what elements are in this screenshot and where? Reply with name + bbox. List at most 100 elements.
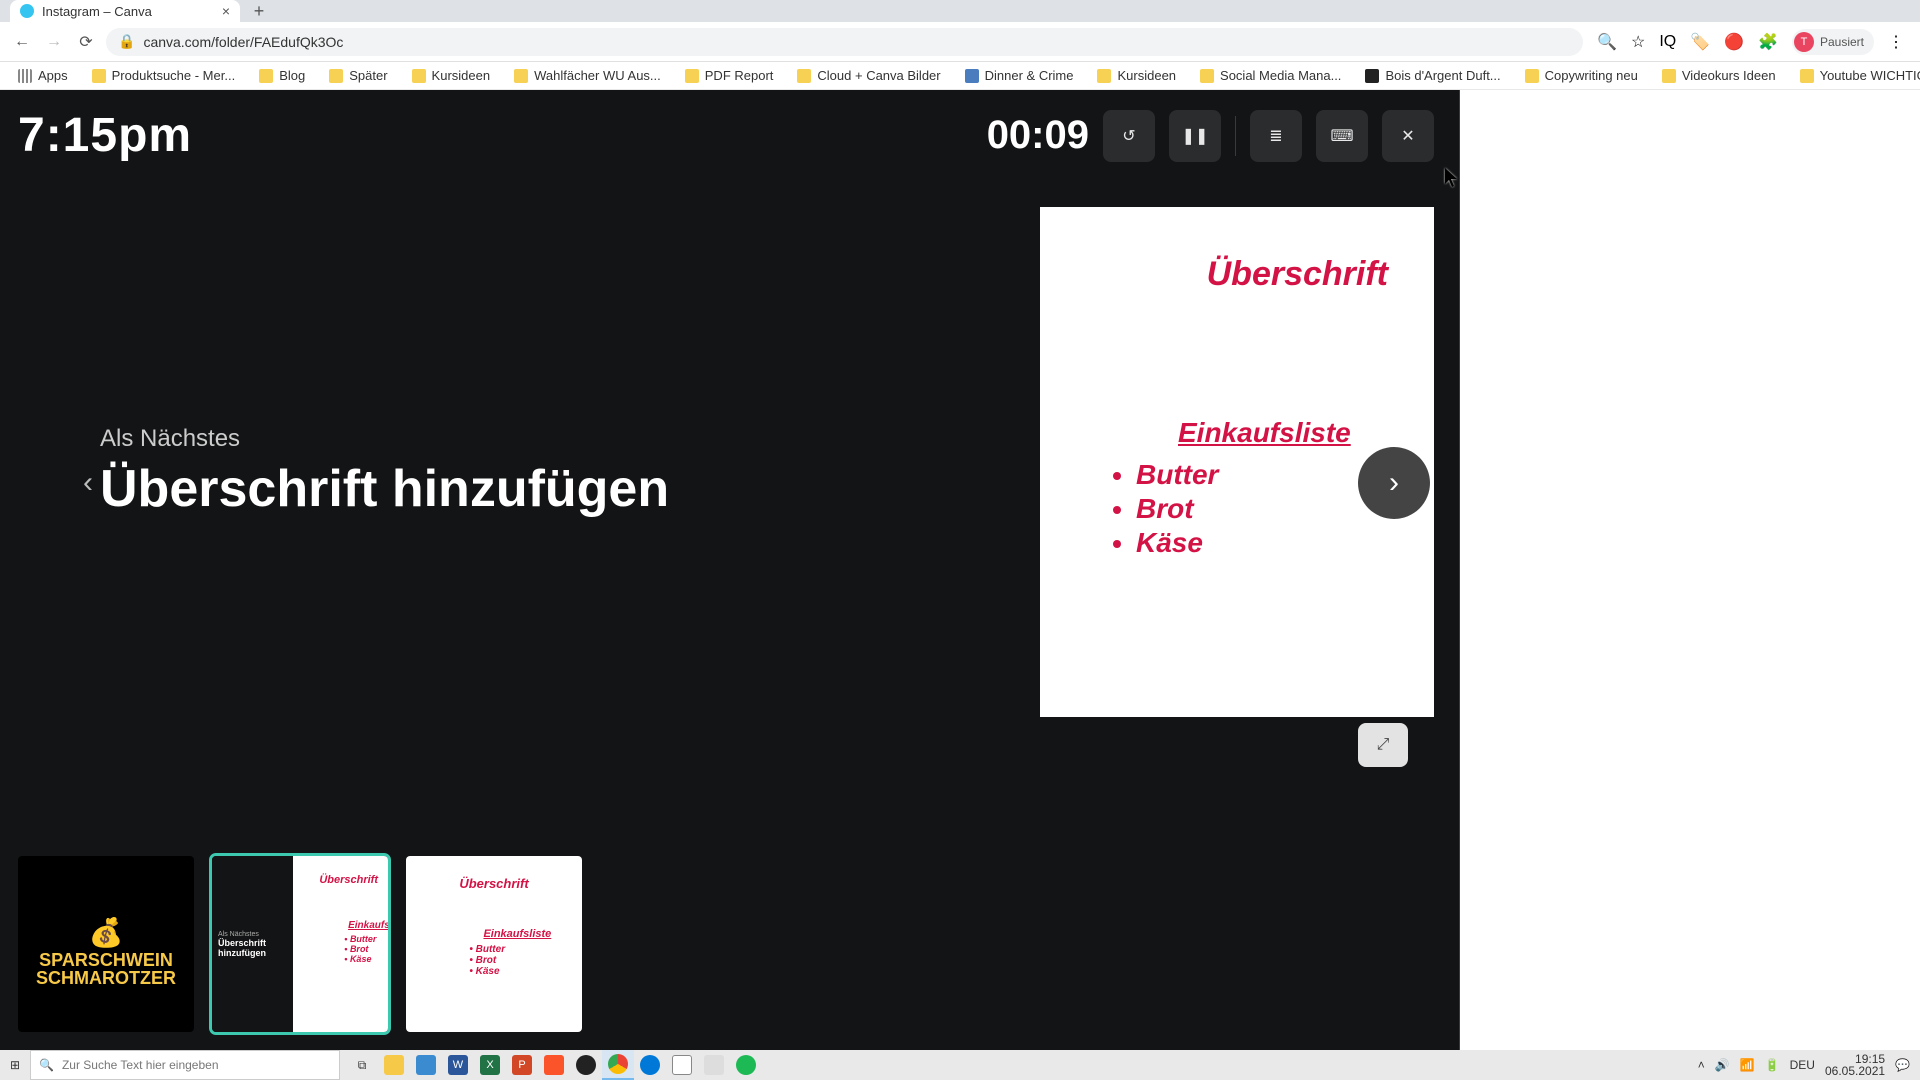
- powerpoint-app[interactable]: P: [506, 1050, 538, 1080]
- zoom-icon[interactable]: 🔍: [1597, 32, 1617, 52]
- search-icon: 🔍: [39, 1058, 54, 1072]
- nav-back-button[interactable]: ←: [10, 30, 34, 54]
- bookmark-item[interactable]: Youtube WICHTIG: [1792, 65, 1920, 87]
- chrome-app[interactable]: [602, 1050, 634, 1080]
- pause-timer-button[interactable]: ❚❚: [1169, 110, 1221, 162]
- address-bar[interactable]: 🔒 canva.com/folder/FAEdufQk3Oc: [106, 28, 1583, 56]
- bookmark-label: Blog: [279, 68, 305, 83]
- folder-icon: [329, 69, 343, 83]
- thumbnail-2[interactable]: Als Nächstes Überschrift hinzufügen Über…: [212, 856, 388, 1032]
- extensions-menu-icon[interactable]: 🧩: [1758, 32, 1778, 52]
- spotify-icon: [736, 1055, 756, 1075]
- extension-icon-1[interactable]: 🏷️: [1690, 32, 1710, 52]
- obs-app[interactable]: [570, 1050, 602, 1080]
- bookmark-star-icon[interactable]: ☆: [1631, 32, 1645, 52]
- nav-forward-button[interactable]: →: [42, 30, 66, 54]
- mini-list-title: Einkaufsliste: [348, 920, 388, 931]
- page-background: [1460, 90, 1920, 1050]
- close-icon: ✕: [1401, 126, 1414, 146]
- next-slide-button[interactable]: ›: [1358, 447, 1430, 519]
- chevron-left-icon: ‹: [83, 466, 93, 500]
- bookmark-item[interactable]: Bois d'Argent Duft...: [1357, 65, 1508, 87]
- edge-icon: [640, 1055, 660, 1075]
- start-button[interactable]: ⊞: [0, 1050, 30, 1080]
- folder-icon: [514, 69, 528, 83]
- bookmark-label: Wahlfächer WU Aus...: [534, 68, 661, 83]
- folder-icon: [412, 69, 426, 83]
- notepad-icon: [672, 1055, 692, 1075]
- tab-close-icon[interactable]: ×: [222, 3, 230, 19]
- reset-timer-button[interactable]: ↺: [1103, 110, 1155, 162]
- tray-overflow-icon[interactable]: ˄: [1698, 1058, 1705, 1072]
- wifi-icon[interactable]: 📶: [1740, 1058, 1755, 1072]
- slide-list-item: Käse: [1136, 527, 1218, 559]
- windows-taskbar: ⊞ 🔍 Zur Suche Text hier eingeben ⧉ W X P…: [0, 1050, 1920, 1080]
- up-next-label: Als Nächstes: [100, 425, 240, 453]
- browser-tab-active[interactable]: Instagram – Canva ×: [10, 0, 240, 22]
- bookmark-item[interactable]: Blog: [251, 65, 313, 87]
- bookmark-item[interactable]: Videokurs Ideen: [1654, 65, 1784, 87]
- bookmark-item[interactable]: Social Media Mana...: [1192, 65, 1349, 87]
- bookmark-label: Produktsuche - Mer...: [112, 68, 236, 83]
- word-app[interactable]: W: [442, 1050, 474, 1080]
- taskview-icon: ⧉: [358, 1058, 367, 1073]
- taskbar-search[interactable]: 🔍 Zur Suche Text hier eingeben: [30, 1050, 340, 1080]
- canva-favicon: [20, 4, 34, 18]
- notepad-app[interactable]: [666, 1050, 698, 1080]
- thumbnail-1[interactable]: 💰 SPARSCHWEIN SCHMAROTZER: [18, 856, 194, 1032]
- bookmark-item[interactable]: Kursideen: [404, 65, 499, 87]
- url-text: canva.com/folder/FAEdufQk3Oc: [143, 34, 343, 50]
- folder-icon: [1200, 69, 1214, 83]
- bookmark-item[interactable]: PDF Report: [677, 65, 782, 87]
- thumbnail-3[interactable]: Überschrift Einkaufsliste Butter Brot Kä…: [406, 856, 582, 1032]
- apps-shortcut[interactable]: Apps: [10, 65, 76, 87]
- slide-list-item: Brot: [1136, 493, 1218, 525]
- keyboard-shortcuts-button[interactable]: ⌨: [1316, 110, 1368, 162]
- clock-date[interactable]: 19:15 06.05.2021: [1825, 1053, 1885, 1077]
- edge-app[interactable]: [634, 1050, 666, 1080]
- excel-icon: X: [480, 1055, 500, 1075]
- folder-icon: [1097, 69, 1111, 83]
- close-presenter-button[interactable]: ✕: [1382, 110, 1434, 162]
- bookmark-label: Social Media Mana...: [1220, 68, 1341, 83]
- bookmark-item[interactable]: Kursideen: [1089, 65, 1184, 87]
- nav-reload-button[interactable]: ⟳: [74, 30, 98, 54]
- bookmark-label: Videokurs Ideen: [1682, 68, 1776, 83]
- thumb2-right: Überschrift Einkaufsliste Butter Brot Kä…: [293, 856, 388, 1032]
- taskbar-apps: ⧉ W X P: [346, 1050, 762, 1080]
- excel-app[interactable]: X: [474, 1050, 506, 1080]
- thumb2-left: Als Nächstes Überschrift hinzufügen: [212, 856, 293, 1032]
- brave-icon: [544, 1055, 564, 1075]
- ime-language[interactable]: DEU: [1790, 1058, 1815, 1072]
- action-center-icon[interactable]: 💬: [1895, 1058, 1910, 1072]
- bookmark-item[interactable]: Später: [321, 65, 395, 87]
- bookmark-item[interactable]: Cloud + Canva Bilder: [789, 65, 948, 87]
- bookmark-item[interactable]: Produktsuche - Mer...: [84, 65, 244, 87]
- store-app[interactable]: [410, 1050, 442, 1080]
- bookmark-label: Später: [349, 68, 387, 83]
- bookmark-item[interactable]: Copywriting neu: [1517, 65, 1646, 87]
- extension-icon-2[interactable]: 🔴: [1724, 32, 1744, 52]
- slide-thumbnails: 💰 SPARSCHWEIN SCHMAROTZER Als Nächstes Ü…: [18, 856, 582, 1032]
- bookmark-label: Kursideen: [1117, 68, 1176, 83]
- tab-title: Instagram – Canva: [42, 4, 152, 19]
- new-tab-button[interactable]: +: [248, 0, 270, 22]
- bookmark-item[interactable]: Dinner & Crime: [957, 65, 1082, 87]
- iq-icon[interactable]: IQ: [1659, 33, 1676, 51]
- thumb1-content: 💰 SPARSCHWEIN SCHMAROTZER: [18, 919, 194, 987]
- task-view-button[interactable]: ⧉: [346, 1050, 378, 1080]
- chevron-right-icon: ›: [1389, 466, 1399, 500]
- file-explorer-app[interactable]: [378, 1050, 410, 1080]
- kebab-menu-icon[interactable]: ⋮: [1888, 32, 1904, 52]
- bookmark-label: Bois d'Argent Duft...: [1385, 68, 1500, 83]
- battery-icon[interactable]: 🔋: [1765, 1058, 1780, 1072]
- app-generic[interactable]: [698, 1050, 730, 1080]
- spotify-app[interactable]: [730, 1050, 762, 1080]
- notes-list-button[interactable]: ≣: [1250, 110, 1302, 162]
- bookmark-item[interactable]: Wahlfächer WU Aus...: [506, 65, 669, 87]
- volume-icon[interactable]: 🔊: [1715, 1058, 1730, 1072]
- brave-app[interactable]: [538, 1050, 570, 1080]
- profile-button[interactable]: T Pausiert: [1792, 29, 1874, 55]
- expand-preview-button[interactable]: ⤢: [1358, 723, 1408, 767]
- folder-icon: [1525, 69, 1539, 83]
